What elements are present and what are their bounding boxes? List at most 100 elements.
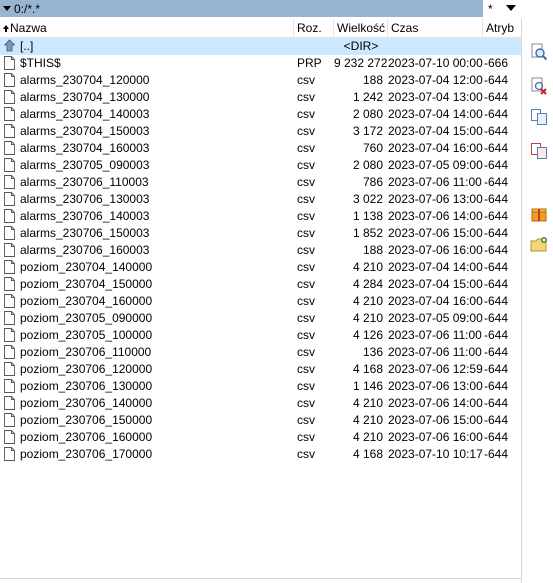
file-icon [4,243,15,257]
file-row[interactable]: alarms_230706_110003 csv 786 2023-07-06 11:… [0,174,521,191]
file-row[interactable]: poziom_230706_170000 csv 4 168 2023-07-10 1… [0,446,521,463]
path-dropdown-icon[interactable] [3,6,11,11]
file-size: 4 126 [352,328,383,342]
file-size: 786 [362,175,383,189]
file-row[interactable]: alarms_230704_150003 csv 3 172 2023-07-04 1… [0,123,521,140]
file-row[interactable]: poziom_230706_110000 csv 136 2023-07-06 11:… [0,344,521,361]
find-files-icon[interactable] [530,43,548,61]
file-name: $THIS$ [20,56,61,70]
file-size: 4 168 [352,362,383,376]
file-row[interactable]: poziom_230704_140000 csv 4 210 2023-07-04 1… [0,259,521,276]
copy-icon[interactable] [530,108,548,126]
file-time: 2023-07-10 10:17 [388,447,483,461]
filter-label: * [488,1,493,16]
file-size: 3 172 [352,124,383,138]
file-list[interactable]: [..] <DIR> $THIS$ PRP 9 232 272 2023-07-10 … [0,38,521,583]
file-time: 2023-07-10 00:00 [388,56,483,70]
file-row[interactable]: alarms_230704_120000 csv 188 2023-07-04 12:… [0,72,521,89]
file-name: poziom_230706_110000 [20,345,152,359]
file-time: 2023-07-04 15:00 [388,124,483,138]
file-row[interactable]: alarms_230704_160003 csv 760 2023-07-04 16:… [0,140,521,157]
file-name: alarms_230704_140003 [20,107,150,121]
file-attr: -644 [484,192,509,206]
file-size: 4 284 [352,277,383,291]
file-size: 2 080 [352,107,383,121]
file-ext: csv [297,294,315,308]
file-row[interactable]: poziom_230706_160000 csv 4 210 2023-07-06 1… [0,429,521,446]
file-time: 2023-07-06 12:59 [388,362,483,376]
file-row[interactable]: $THIS$ PRP 9 232 272 2023-07-10 00:00 -666 [0,55,521,72]
file-row[interactable]: alarms_230705_090003 csv 2 080 2023-07-05 0… [0,157,521,174]
file-attr: -644 [484,90,509,104]
file-row[interactable]: poziom_230706_140000 csv 4 210 2023-07-06 1… [0,395,521,412]
file-attr: -644 [484,447,509,461]
file-icon [4,192,15,206]
file-row[interactable]: alarms_230706_130003 csv 3 022 2023-07-06 1… [0,191,521,208]
file-time: 2023-07-06 16:00 [388,243,483,257]
file-time: 2023-07-06 14:00 [388,209,483,223]
file-name: alarms_230704_120000 [20,73,150,87]
file-row[interactable]: alarms_230706_150003 csv 1 852 2023-07-06 1… [0,225,521,242]
parent-directory-row[interactable]: [..] <DIR> [0,38,521,55]
file-time: 2023-07-04 12:00 [388,73,483,87]
file-name: poziom_230705_090000 [20,311,153,325]
file-icon [4,107,15,121]
parent-directory-size: <DIR> [343,39,379,53]
column-ext-header[interactable]: Roz. [294,19,334,38]
file-size: 3 022 [352,192,383,206]
file-ext: csv [297,277,315,291]
file-name: poziom_230706_160000 [20,430,153,444]
file-name: alarms_230704_160003 [20,141,150,155]
file-name: poziom_230706_120000 [20,362,153,376]
file-time: 2023-07-06 13:00 [388,192,483,206]
column-time-header[interactable]: Czas [388,19,483,38]
column-size-header[interactable]: Wielkość [334,19,388,38]
file-icon [4,379,15,393]
column-name-header[interactable]: Nazwa [0,19,294,38]
file-attr: -644 [484,107,509,121]
path-bar[interactable]: 0:/*.* [0,0,483,17]
file-ext: csv [297,209,315,223]
compare-icon[interactable] [530,142,548,160]
file-attr: -644 [484,328,509,342]
file-row[interactable]: alarms_230706_160003 csv 188 2023-07-06 16:… [0,242,521,259]
filter-dropdown-icon[interactable] [506,5,516,11]
file-row[interactable]: poziom_230706_130000 csv 1 146 2023-07-06 1… [0,378,521,395]
file-time: 2023-07-04 13:00 [388,90,483,104]
file-icon [4,90,15,104]
filter-box[interactable]: * [483,0,553,17]
pack-icon[interactable] [530,205,548,223]
column-ext-label: Roz. [297,21,322,35]
file-ext: csv [297,73,315,87]
file-row[interactable]: poziom_230704_150000 csv 4 284 2023-07-04 1… [0,276,521,293]
new-folder-icon[interactable] [530,236,548,254]
file-row[interactable]: poziom_230704_160000 csv 4 210 2023-07-04 1… [0,293,521,310]
file-time: 2023-07-06 11:00 [388,345,482,359]
file-attr: -644 [484,396,509,410]
file-row[interactable]: alarms_230706_140003 csv 1 138 2023-07-06 1… [0,208,521,225]
file-row[interactable]: poziom_230706_120000 csv 4 168 2023-07-06 1… [0,361,521,378]
file-icon [4,447,15,461]
file-time: 2023-07-06 16:00 [388,430,483,444]
file-attr: -644 [484,260,509,274]
file-row[interactable]: poziom_230705_090000 csv 4 210 2023-07-05 0… [0,310,521,327]
file-name: poziom_230706_140000 [20,396,153,410]
file-icon [4,311,15,325]
file-row[interactable]: poziom_230706_150000 csv 4 210 2023-07-06 1… [0,412,521,429]
file-attr: -644 [484,430,509,444]
file-size: 4 210 [352,294,383,308]
delete-search-icon[interactable] [530,77,548,95]
column-attr-header[interactable]: Atryb [483,19,521,38]
file-icon [4,56,15,70]
file-row[interactable]: alarms_230704_130000 csv 1 242 2023-07-04 1… [0,89,521,106]
file-row[interactable]: poziom_230705_100000 csv 4 126 2023-07-06 1… [0,327,521,344]
file-ext: csv [297,226,315,240]
file-name: alarms_230706_110003 [20,175,149,189]
file-row[interactable]: alarms_230704_140003 csv 2 080 2023-07-04 1… [0,106,521,123]
column-size-label: Wielkość [337,21,386,35]
file-icon [4,328,15,342]
column-name-label: Nazwa [10,21,47,35]
sort-ascending-icon [3,24,9,32]
file-attr: -644 [484,362,509,376]
file-icon [4,362,15,376]
